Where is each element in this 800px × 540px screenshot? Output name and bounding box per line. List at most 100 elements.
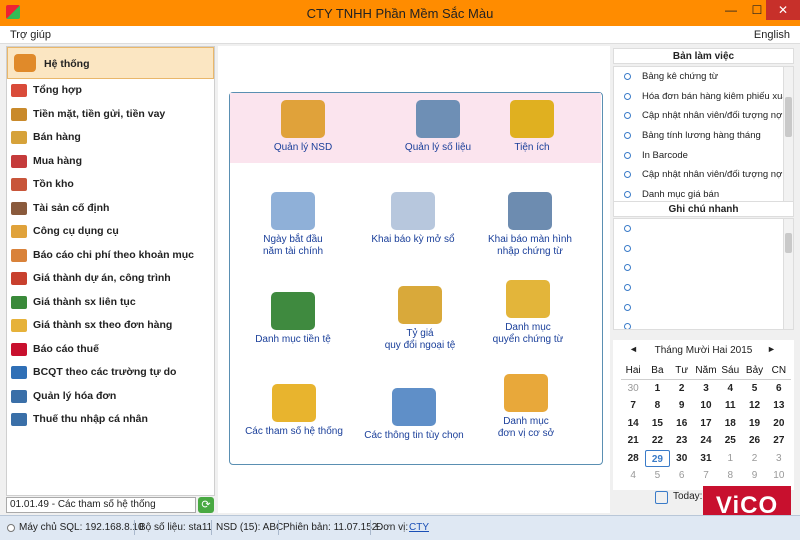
calendar-day[interactable]: 28 [621, 450, 645, 468]
calendar-day[interactable]: 13 [767, 397, 791, 415]
note-item[interactable] [614, 219, 793, 239]
sidebar-item-bao-cao-thue[interactable]: Báo cáo thuế [7, 338, 214, 362]
calendar-day[interactable]: 20 [767, 415, 791, 433]
calendar-day[interactable]: 3 [694, 380, 718, 398]
tile-tham-so-he-thong[interactable]: Các tham số hệ thống [244, 384, 344, 438]
list-item[interactable]: Cập nhật nhân viên/đối tượng nợ [614, 106, 793, 126]
calendar-day[interactable]: 30 [621, 380, 645, 398]
calendar-day[interactable]: 24 [694, 432, 718, 450]
calendar-day[interactable]: 5 [645, 467, 669, 485]
calendar-day[interactable]: 10 [767, 467, 791, 485]
calendar-day[interactable]: 16 [670, 415, 694, 433]
calendar-day[interactable]: 22 [645, 432, 669, 450]
calendar-next-button[interactable]: ► [767, 344, 776, 354]
calendar-day[interactable]: 8 [645, 397, 669, 415]
workspace-scrollbar[interactable] [783, 67, 793, 201]
tile-danh-muc-tien-te[interactable]: Danh mục tiền tệ [250, 292, 336, 346]
sidebar-item-gia-thanh-don-hang[interactable]: Giá thành sx theo đơn hàng [7, 314, 214, 338]
calendar-day[interactable]: 25 [718, 432, 742, 450]
sidebar-item-mua-hang[interactable]: Mua hàng [7, 150, 214, 174]
close-button[interactable]: ✕ [766, 0, 800, 20]
calendar-day[interactable]: 21 [621, 432, 645, 450]
sidebar-item-ton-kho[interactable]: Tồn kho [7, 173, 214, 197]
scroll-thumb[interactable] [785, 97, 792, 137]
calendar-day-today[interactable]: 29 [645, 449, 670, 467]
sidebar-item-gia-thanh-du-an[interactable]: Giá thành dự án, công trình [7, 267, 214, 291]
calendar-day[interactable]: 6 [670, 467, 694, 485]
tile-quan-ly-so-lieu[interactable]: Quản lý số liệu [388, 100, 488, 154]
calendar-day[interactable]: 18 [718, 415, 742, 433]
tile-ky-mo-so[interactable]: Khai báo kỳ mở sổ [366, 192, 460, 246]
menu-help[interactable]: Trợ giúp [10, 29, 51, 41]
sidebar-item-label: BCQT theo các trường tự do [33, 366, 177, 378]
calendar-day[interactable]: 31 [694, 450, 718, 468]
sidebar-item-tien-mat[interactable]: Tiền mặt, tiền gửi, tiền vay [7, 103, 214, 127]
note-item[interactable] [614, 278, 793, 298]
list-item[interactable]: Bảng tính lương hàng tháng [614, 126, 793, 146]
calendar-day[interactable]: 9 [742, 467, 766, 485]
sidebar-item-tai-san[interactable]: Tài sản cố định [7, 197, 214, 221]
tile-don-vi-co-so[interactable]: Danh mục đơn vị cơ sở [488, 374, 564, 440]
calendar-day[interactable]: 4 [718, 380, 742, 398]
sidebar-item-hoa-don[interactable]: Quản lý hóa đơn [7, 385, 214, 409]
calendar-day[interactable]: 15 [645, 415, 669, 433]
calendar-day[interactable]: 9 [670, 397, 694, 415]
today-label[interactable]: Today: [673, 491, 702, 502]
calendar-day[interactable]: 26 [742, 432, 766, 450]
sidebar-item-cong-cu[interactable]: Công cụ dụng cụ [7, 220, 214, 244]
list-item[interactable]: Cập nhật nhân viên/đối tượng nợ [614, 165, 793, 185]
tile-quyen-chung-tu[interactable]: Danh mục quyển chứng từ [486, 280, 570, 346]
tile-thong-tin-tuy-chon[interactable]: Các thông tin tùy chọn [360, 388, 468, 442]
calendar-day[interactable]: 1 [645, 380, 669, 398]
sidebar-item-thue-tncn[interactable]: Thuế thu nhập cá nhân [7, 408, 214, 432]
minimize-button[interactable]: — [718, 0, 744, 20]
calendar-day[interactable]: 19 [742, 415, 766, 433]
calendar-day[interactable]: 27 [767, 432, 791, 450]
sidebar-item-tong-hop[interactable]: Tổng hợp [7, 79, 214, 103]
bullet-icon [624, 132, 631, 140]
sidebar-item-he-thong[interactable]: Hệ thống [7, 47, 214, 79]
sidebar-item-bcqt[interactable]: BCQT theo các trường tự do [7, 361, 214, 385]
tile-man-hinh-nhap[interactable]: Khai báo màn hình nhập chứng từ [482, 192, 578, 258]
tile-tien-ich[interactable]: Tiện ích [499, 100, 565, 154]
calendar-day[interactable]: 7 [694, 467, 718, 485]
calendar-day[interactable]: 23 [670, 432, 694, 450]
list-item[interactable]: Bảng kê chứng từ [614, 67, 793, 87]
language-switch[interactable]: English [754, 29, 790, 41]
status-unit-link[interactable]: CTY [409, 522, 429, 533]
tile-ty-gia[interactable]: Tỷ giá quy đổi ngoại tệ [370, 286, 470, 352]
calendar-week-row: 28 29 30 31 1 2 3 [621, 449, 791, 468]
tile-ngay-bat-dau[interactable]: Ngày bắt đầu năm tài chính [248, 192, 338, 258]
calendar-day[interactable]: 12 [742, 397, 766, 415]
sidebar-item-chi-phi[interactable]: Báo cáo chi phí theo khoản mục [7, 244, 214, 268]
calendar-day[interactable]: 4 [621, 467, 645, 485]
calendar-day[interactable]: 30 [670, 450, 694, 468]
calendar-day[interactable]: 1 [718, 450, 742, 468]
calendar-day[interactable]: 17 [694, 415, 718, 433]
note-item[interactable] [614, 317, 793, 329]
scroll-thumb[interactable] [785, 233, 792, 253]
notes-scrollbar[interactable] [783, 219, 793, 329]
note-item[interactable] [614, 298, 793, 318]
refresh-go-button[interactable]: ⟳ [198, 497, 214, 513]
sidebar-item-label: Hệ thống [44, 58, 90, 70]
calendar-day[interactable]: 6 [767, 380, 791, 398]
calendar-day[interactable]: 11 [718, 397, 742, 415]
calendar-day[interactable]: 3 [767, 450, 791, 468]
list-item[interactable]: In Barcode [614, 146, 793, 166]
calendar-day[interactable]: 7 [621, 397, 645, 415]
list-item[interactable]: Hóa đơn bán hàng kiêm phiếu xuất [614, 87, 793, 107]
note-item[interactable] [614, 258, 793, 278]
calendar-day[interactable]: 2 [670, 380, 694, 398]
sidebar-item-gia-thanh-lien-tuc[interactable]: Giá thành sx liên tục [7, 291, 214, 315]
tile-quan-ly-nsd[interactable]: Quản lý NSD [266, 100, 340, 154]
calendar-day[interactable]: 10 [694, 397, 718, 415]
calendar-day[interactable]: 8 [718, 467, 742, 485]
sidebar-item-ban-hang[interactable]: Bán hàng [7, 126, 214, 150]
list-item[interactable]: Danh mục giá bán [614, 185, 793, 201]
calendar-day[interactable]: 2 [742, 450, 766, 468]
function-code-input[interactable]: 01.01.49 - Các tham số hệ thống [6, 497, 196, 513]
note-item[interactable] [614, 239, 793, 259]
calendar-day[interactable]: 5 [742, 380, 766, 398]
calendar-day[interactable]: 14 [621, 415, 645, 433]
